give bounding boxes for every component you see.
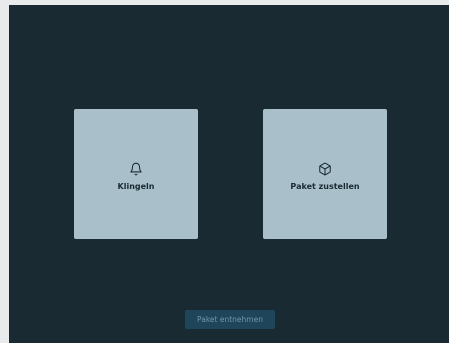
deliver-package-label: Paket zustellen xyxy=(290,182,360,191)
bell-icon xyxy=(130,162,142,176)
take-package-button[interactable]: Paket entnehmen xyxy=(185,310,275,329)
package-icon xyxy=(319,162,331,176)
deliver-package-button[interactable]: Paket zustellen xyxy=(263,109,387,239)
ring-doorbell-button[interactable]: Klingeln xyxy=(74,109,198,239)
app-screen: Klingeln Paket zustellen Paket entnehmen xyxy=(9,5,449,343)
ring-doorbell-label: Klingeln xyxy=(117,182,155,191)
